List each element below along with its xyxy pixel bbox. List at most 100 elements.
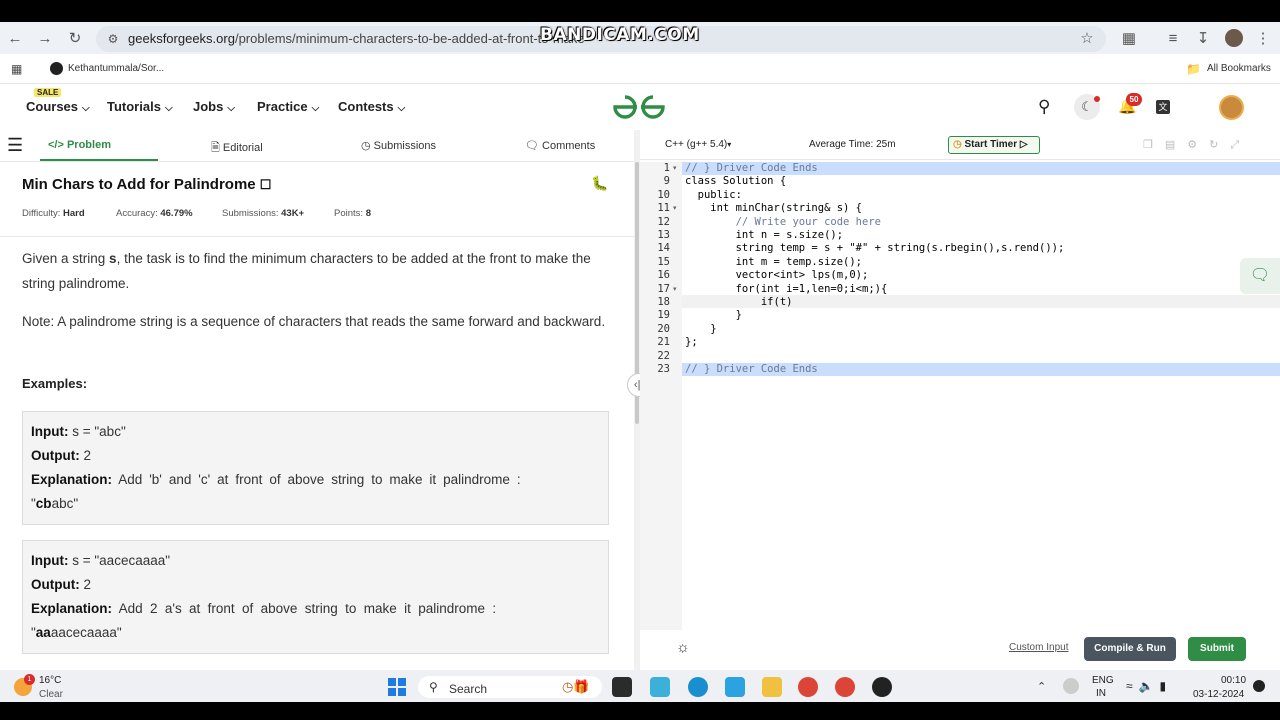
fullscreen-icon[interactable]: ⤢ xyxy=(1230,139,1251,151)
line-number: 22 xyxy=(657,349,670,362)
theme-icon[interactable]: ☼ xyxy=(676,639,690,656)
reading-list-icon[interactable]: ≡ xyxy=(1164,30,1182,48)
nav-contests[interactable]: Contests ⌵ xyxy=(338,99,405,114)
code-line: // } Driver Code Ends xyxy=(685,363,818,375)
paste-icon[interactable]: ▤ xyxy=(1165,139,1187,151)
divider xyxy=(0,236,634,237)
line-number: 20 xyxy=(657,322,670,335)
bug-report-icon[interactable]: 🐛 xyxy=(591,175,608,192)
tab-editorial[interactable]: 🗎 Editorial xyxy=(211,139,263,158)
edge-icon[interactable] xyxy=(688,677,708,697)
points-value: 8 xyxy=(365,208,371,219)
tab-comments[interactable]: 🗨 Comments xyxy=(525,139,595,152)
code-line: int minChar(string& s) { xyxy=(685,202,863,215)
fold-icon[interactable]: ▾ xyxy=(673,283,677,296)
chrome-icon[interactable] xyxy=(835,677,855,697)
editor-actions: ❐▤⚙↻⤢ xyxy=(1143,138,1251,152)
url-text: geeksforgeeks.org/problems/minimum-chara… xyxy=(128,31,585,46)
difficulty: Difficulty: Hard xyxy=(22,208,85,219)
forward-icon[interactable]: → xyxy=(36,30,54,48)
examples-heading: Examples: xyxy=(22,376,88,391)
language-select[interactable]: C++ (g++ 5.4)▾ xyxy=(665,139,731,150)
explanation-bold: aa xyxy=(35,625,51,640)
active-tab-indicator xyxy=(40,159,158,161)
app-icon[interactable] xyxy=(725,677,745,697)
chat-icon[interactable]: 🗨 xyxy=(1240,258,1280,294)
problem-note: Note: A palindrome string is a sequence … xyxy=(22,314,606,329)
submit-button[interactable]: Submit xyxy=(1188,637,1246,661)
points: Points: 8 xyxy=(334,208,371,219)
custom-input-link[interactable]: Custom Input xyxy=(1009,642,1068,653)
nav-practice[interactable]: Practice ⌵ xyxy=(257,99,319,114)
copilot-icon[interactable] xyxy=(650,677,670,697)
windows-start-icon[interactable] xyxy=(388,678,406,696)
code-line: int m = temp.size(); xyxy=(685,255,863,268)
bandicam-icon[interactable] xyxy=(872,677,892,697)
gfg-logo[interactable] xyxy=(612,94,666,120)
start-timer-label: Start Timer xyxy=(964,139,1018,150)
explanation-text: Add 2 a's at front of above string to ma… xyxy=(118,601,497,616)
translate-icon[interactable]: 文 xyxy=(1156,100,1170,114)
task-view-icon[interactable] xyxy=(612,677,632,697)
language-value: C++ (g++ 5.4) xyxy=(665,139,728,150)
url-path: /problems/minimum-characters-to-be-added… xyxy=(234,31,585,46)
extensions-icon[interactable]: ▦ xyxy=(1120,30,1138,48)
line-number: 10 xyxy=(657,188,670,201)
apps-icon[interactable]: ▦ xyxy=(11,62,22,76)
bookmark-item[interactable]: Kethantummala/Sor... xyxy=(68,63,164,74)
bookmark-icon[interactable]: ☐ xyxy=(260,177,272,192)
chrome-icon[interactable] xyxy=(798,677,818,697)
user-avatar[interactable] xyxy=(1219,95,1244,120)
explanation-rest: abc" xyxy=(51,496,79,511)
code-line: } xyxy=(685,322,717,335)
line-number: 1 xyxy=(663,162,670,174)
output-label: Output: xyxy=(31,577,80,592)
tray-icon[interactable] xyxy=(1063,678,1079,694)
submissions-label: Submissions: xyxy=(222,208,279,219)
compile-run-button[interactable]: Compile & Run xyxy=(1084,637,1176,661)
menu-icon[interactable]: ⋮ xyxy=(1254,30,1272,48)
back-icon[interactable]: ← xyxy=(6,30,24,48)
file-explorer-icon[interactable] xyxy=(762,677,782,697)
reload-icon[interactable]: ↻ xyxy=(66,30,84,48)
example-output: Output: 2 xyxy=(31,448,91,463)
site-info-icon[interactable]: ⚙ xyxy=(104,30,122,48)
language-indicator-top[interactable]: ENG xyxy=(1092,675,1114,686)
code-line: // Write your code here xyxy=(685,215,881,228)
star-icon[interactable]: ☆ xyxy=(1078,30,1096,48)
problem-description: Given a string s, the task is to find th… xyxy=(22,246,612,296)
system-tray[interactable]: ≈🔈▮ xyxy=(1126,679,1172,693)
fold-icon[interactable]: ▾ xyxy=(673,202,677,215)
line-number: 13 xyxy=(657,229,670,241)
tab-problem[interactable]: </> Problem xyxy=(48,139,111,151)
timer-icon: ◷ xyxy=(953,139,962,150)
reset-icon[interactable]: ↻ xyxy=(1209,139,1230,151)
example-output: Output: 2 xyxy=(31,577,91,592)
line-number: 23 xyxy=(657,363,670,375)
points-label: Points: xyxy=(334,208,364,219)
hamburger-icon[interactable]: ☰ xyxy=(7,136,23,154)
notification-icon[interactable] xyxy=(1253,680,1265,692)
fold-icon[interactable]: ▾ xyxy=(673,162,677,175)
battery-icon: ▮ xyxy=(1159,679,1173,693)
download-icon[interactable]: ↧ xyxy=(1194,30,1212,48)
nav-label: Tutorials xyxy=(107,99,161,114)
settings-icon[interactable]: ⚙ xyxy=(1187,139,1209,151)
caret-down-icon: ▾ xyxy=(727,140,732,149)
copy-icon[interactable]: ❐ xyxy=(1143,139,1165,151)
sale-badge: SALE xyxy=(34,88,62,97)
start-timer-button[interactable]: ◷ Start Timer ▷ xyxy=(948,136,1040,154)
profile-avatar[interactable] xyxy=(1225,29,1243,47)
accuracy-label: Accuracy: xyxy=(116,208,158,219)
nav-tutorials[interactable]: Tutorials ⌵ xyxy=(107,99,173,114)
screen: ← → ↻ ⚙ geeksforgeeks.org/problems/minim… xyxy=(0,0,1280,720)
tab-submissions[interactable]: ◷ Submissions xyxy=(361,139,436,152)
nav-courses[interactable]: Courses ⌵ xyxy=(26,99,90,114)
search-icon: ⚲ xyxy=(429,680,438,694)
clock-time[interactable]: 00:10 xyxy=(1221,675,1246,686)
input-value: s = "abc" xyxy=(72,424,126,439)
all-bookmarks[interactable]: All Bookmarks xyxy=(1207,63,1271,74)
chevron-up-icon[interactable]: ⌃ xyxy=(1037,680,1046,693)
nav-jobs[interactable]: Jobs ⌵ xyxy=(193,99,235,114)
search-icon[interactable]: ⚲ xyxy=(1038,97,1050,117)
